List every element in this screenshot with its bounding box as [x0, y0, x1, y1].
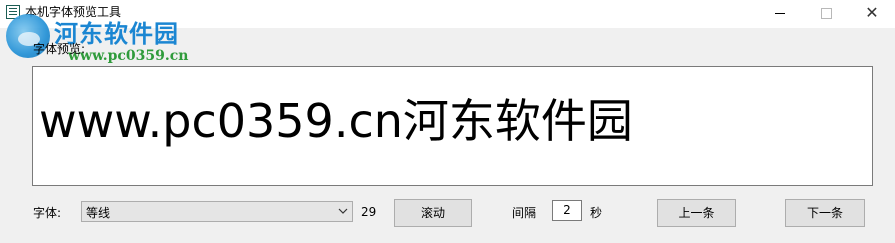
close-button[interactable]: ✕ [849, 0, 895, 28]
minimize-button[interactable] [757, 0, 803, 28]
interval-input[interactable]: 2 [552, 200, 582, 221]
preview-label: 字体预览: [33, 42, 86, 56]
chevron-down-icon [338, 208, 348, 214]
previous-button[interactable]: 上一条 [657, 199, 736, 227]
font-label: 字体: [33, 206, 62, 220]
watermark-url: www.pc0359.cn [68, 48, 189, 64]
maximize-button[interactable] [803, 0, 849, 28]
font-select-value: 等线 [86, 206, 111, 220]
watermark: 河东软件园 www.pc0359.cn [0, 8, 240, 70]
app-window: 本机字体预览工具 ✕ 河东软件园 www.pc0359.cn 字体预览: www… [0, 0, 895, 243]
font-select[interactable]: 等线 [81, 201, 353, 222]
preview-text: www.pc0359.cn河东软件园 [39, 94, 633, 148]
next-button[interactable]: 下一条 [785, 199, 865, 227]
seconds-label: 秒 [590, 206, 603, 220]
interval-label: 间隔 [512, 206, 537, 220]
scroll-button[interactable]: 滚动 [394, 199, 472, 227]
font-size-value: 29 [361, 205, 377, 219]
preview-area: www.pc0359.cn河东软件园 [32, 66, 873, 186]
